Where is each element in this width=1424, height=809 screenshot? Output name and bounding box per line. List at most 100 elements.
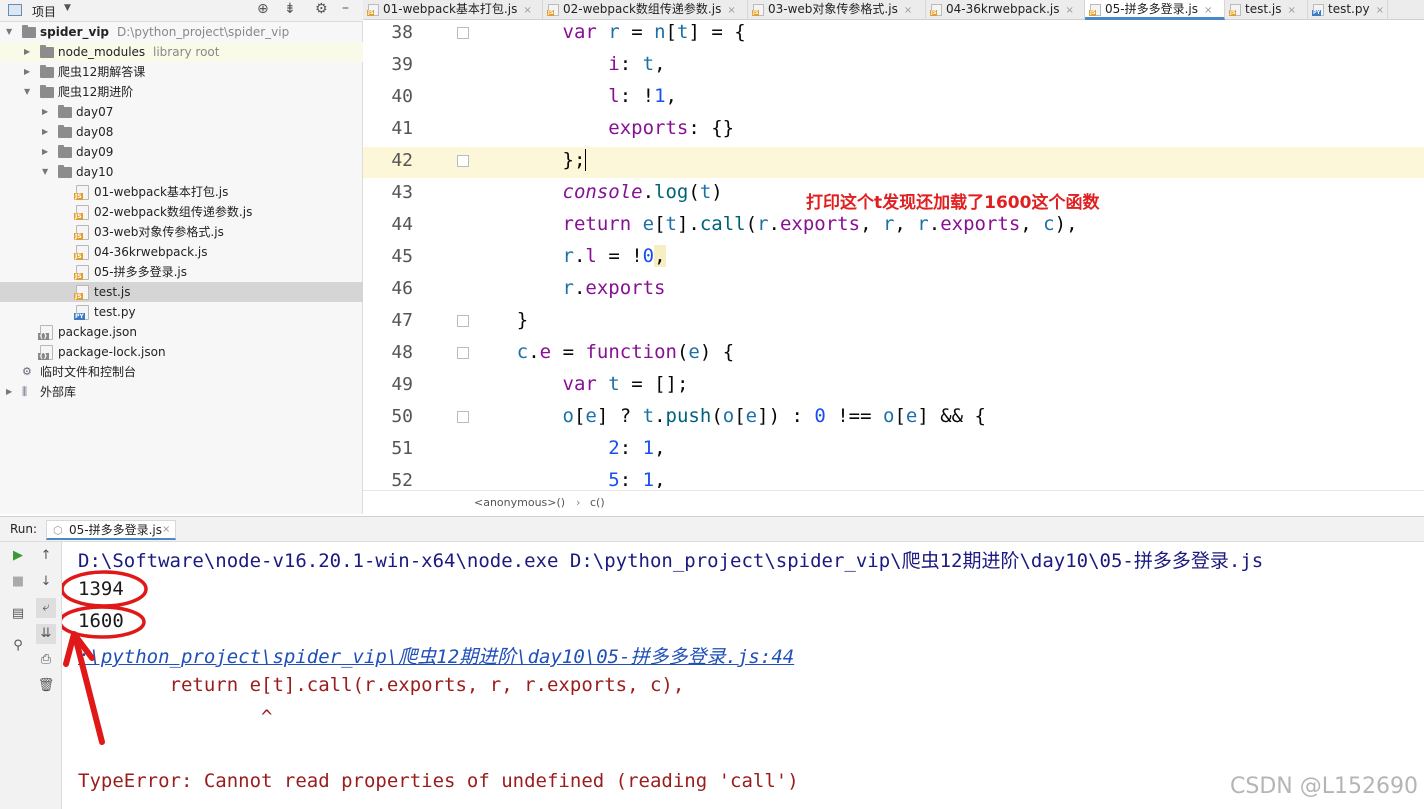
tree-item-label: day09 <box>76 145 114 159</box>
py-file-icon: PY <box>74 305 89 320</box>
chevron-right-icon[interactable]: ▶ <box>42 122 52 142</box>
close-icon[interactable]: × <box>1287 5 1295 16</box>
run-label: Run: <box>10 522 38 536</box>
editor-tab[interactable]: JS test.js × <box>1225 0 1308 20</box>
chevron-down-icon[interactable]: ▼ <box>24 82 34 102</box>
close-icon[interactable]: × <box>162 518 170 542</box>
chevron-down-icon[interactable]: ▼ <box>6 22 16 42</box>
error-message-line: TypeError: Cannot read properties of und… <box>78 770 799 792</box>
tree-item[interactable]: JS test.js <box>0 282 363 302</box>
editor-tab[interactable]: PY test.py × <box>1308 0 1388 20</box>
file-type-badge: JS <box>74 253 83 260</box>
js-file-icon: JS <box>74 265 89 280</box>
gear-icon[interactable]: ⚙ <box>315 1 328 17</box>
file-type-badge: JS <box>367 10 375 16</box>
line-number: 50 <box>391 406 413 427</box>
editor-tab[interactable]: JS 03-web对象传参格式.js × <box>748 0 926 20</box>
editor-tab[interactable]: JS 04-36krwebpack.js × <box>926 0 1085 20</box>
folder-icon <box>22 25 36 38</box>
code-editor[interactable]: 38 39 40 41 42 43 44 45 46 47 48 49 50 51 52 var r = n… <box>363 20 1424 488</box>
code-line: i: t, <box>608 53 666 75</box>
print-icon[interactable]: ⎙ <box>36 650 56 670</box>
tree-item-label: package.json <box>58 325 138 339</box>
breadcrumb-item[interactable]: <anonymous>() <box>474 491 565 515</box>
close-icon[interactable]: × <box>523 5 531 16</box>
project-icon <box>8 4 22 16</box>
tree-item[interactable]: JS 03-web对象传参格式.js <box>0 222 363 242</box>
tree-item[interactable]: ▶ day08 <box>0 122 363 142</box>
chevron-right-icon[interactable]: ▶ <box>24 62 34 82</box>
tree-item[interactable]: JS 05-拼多多登录.js <box>0 262 363 282</box>
tree-item[interactable]: {} package.json <box>0 322 363 342</box>
tree-item[interactable]: ▶ day07 <box>0 102 363 122</box>
target-icon[interactable]: ⊕ <box>257 1 269 17</box>
collapse-all-icon[interactable]: ⇟ <box>284 1 296 17</box>
stop-icon[interactable]: ■ <box>8 572 28 592</box>
up-arrow-icon[interactable]: ↑ <box>36 546 56 566</box>
js-file-icon: JS <box>752 4 764 16</box>
rerun-icon[interactable]: ▶ <box>8 546 28 566</box>
breadcrumb: <anonymous>() › c() <box>363 490 1424 514</box>
tree-item[interactable]: ▶ node_modules library root <box>0 42 363 62</box>
fold-marker[interactable] <box>457 411 469 423</box>
chevron-right-icon[interactable]: ▶ <box>24 42 34 62</box>
editor-tab[interactable]: JS 02-webpack数组传递参数.js × <box>543 0 748 20</box>
code-line: 5: 1, <box>608 469 666 488</box>
tree-item[interactable]: ▶ 爬虫12期解答课 <box>0 62 363 82</box>
tree-item[interactable]: JS 02-webpack数组传递参数.js <box>0 202 363 222</box>
tree-item-label: 临时文件和控制台 <box>40 365 137 379</box>
py-file-icon: PY <box>1312 4 1324 16</box>
tree-item[interactable]: ▶ ⫼ 外部库 <box>0 382 363 402</box>
tree-item[interactable]: JS 04-36krwebpack.js <box>0 242 363 262</box>
scratch-icon: ⚙ <box>22 365 32 378</box>
chevron-right-icon[interactable]: ▶ <box>42 102 52 122</box>
close-icon[interactable]: × <box>1065 5 1073 16</box>
tree-item[interactable]: ⚙ 临时文件和控制台 <box>0 362 363 382</box>
fold-marker[interactable] <box>457 27 469 39</box>
run-console[interactable]: D:\Software\node-v16.20.1-win-x64\node.e… <box>62 542 1424 809</box>
scroll-to-end-icon[interactable]: ⇊ <box>36 624 56 644</box>
soft-wrap-icon[interactable]: ⤶ <box>36 598 56 618</box>
layout-icon[interactable]: ▤ <box>8 604 28 624</box>
project-tree: ▼ spider_vip D:\python_project\spider_vip ▶… <box>0 22 363 514</box>
project-panel-title[interactable]: 项目 <box>32 3 56 20</box>
chevron-right-icon[interactable]: ▶ <box>42 142 52 162</box>
down-arrow-icon[interactable]: ↓ <box>36 572 56 592</box>
tree-item-label: day08 <box>76 125 114 139</box>
tree-item[interactable]: ▼ spider_vip D:\python_project\spider_vip <box>0 22 363 42</box>
chevron-down-icon[interactable]: ▼ <box>42 162 52 182</box>
tree-item[interactable]: JS 01-webpack基本打包.js <box>0 182 363 202</box>
close-icon[interactable]: × <box>727 5 735 16</box>
line-number: 44 <box>391 214 413 235</box>
error-location-link[interactable]: :\python_project\spider_vip\爬虫12期进阶\day1… <box>78 642 794 669</box>
tree-item[interactable]: ▼ 爬虫12期进阶 <box>0 82 363 102</box>
file-type-badge: JS <box>74 273 83 280</box>
minimize-icon[interactable]: – <box>342 0 349 16</box>
fold-marker[interactable] <box>457 155 469 167</box>
tree-item-label: 外部库 <box>40 385 77 399</box>
chevron-right-icon[interactable]: ▶ <box>6 382 16 402</box>
fold-marker[interactable] <box>457 347 469 359</box>
pin-icon[interactable]: ⚲ <box>8 636 28 656</box>
code-line: }; <box>471 149 587 171</box>
run-tab[interactable]: ⬡ 05-拼多多登录.js × <box>46 520 176 540</box>
file-type-badge: JS <box>74 213 83 220</box>
trash-icon[interactable]: 🗑 <box>36 676 56 696</box>
file-type-badge: JS <box>930 10 938 16</box>
js-file-icon: JS <box>1229 4 1241 16</box>
close-icon[interactable]: × <box>904 5 912 16</box>
tree-item[interactable]: ▶ day09 <box>0 142 363 162</box>
fold-marker[interactable] <box>457 315 469 327</box>
editor-tab[interactable]: JS 05-拼多多登录.js × <box>1085 0 1225 20</box>
editor-tab[interactable]: JS 01-webpack基本打包.js × <box>363 0 543 20</box>
tree-item[interactable]: ▼ day10 <box>0 162 363 182</box>
breadcrumb-item[interactable]: c() <box>590 491 605 515</box>
close-icon[interactable]: × <box>1376 5 1384 16</box>
chevron-down-icon[interactable]: ▼ <box>64 3 71 13</box>
tree-item-hint: library root <box>153 45 220 59</box>
line-number: 51 <box>391 438 413 459</box>
tree-item[interactable]: {} package-lock.json <box>0 342 363 362</box>
close-icon[interactable]: × <box>1204 5 1212 16</box>
file-type-badge: PY <box>1312 10 1322 16</box>
tree-item[interactable]: PY test.py <box>0 302 363 322</box>
